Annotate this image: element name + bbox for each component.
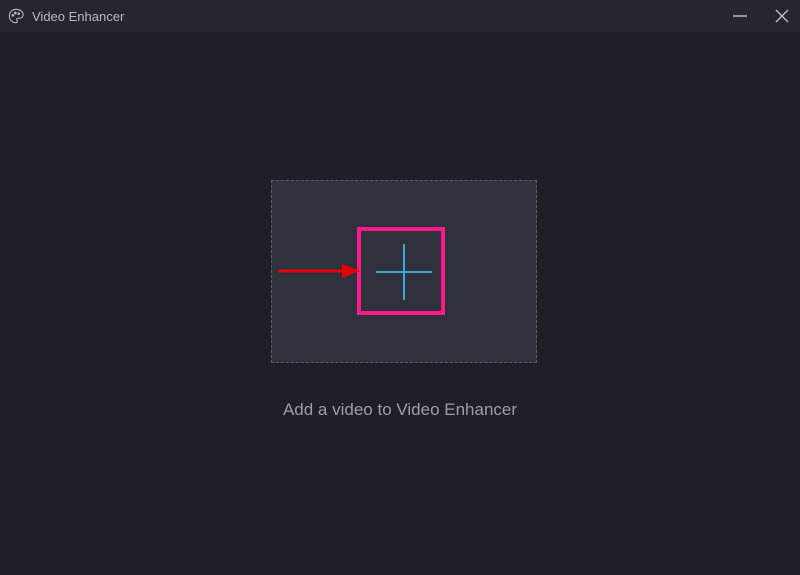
main-content: Add a video to Video Enhancer — [0, 32, 800, 575]
minimize-button[interactable] — [728, 4, 752, 28]
app-title: Video Enhancer — [32, 9, 124, 24]
hint-text: Add a video to Video Enhancer — [0, 400, 800, 420]
palette-icon — [8, 8, 24, 24]
titlebar-left: Video Enhancer — [8, 8, 124, 24]
close-button[interactable] — [770, 4, 794, 28]
window-controls — [728, 0, 794, 32]
titlebar: Video Enhancer — [0, 0, 800, 32]
plus-icon — [376, 244, 432, 300]
add-video-dropzone[interactable] — [271, 180, 537, 363]
